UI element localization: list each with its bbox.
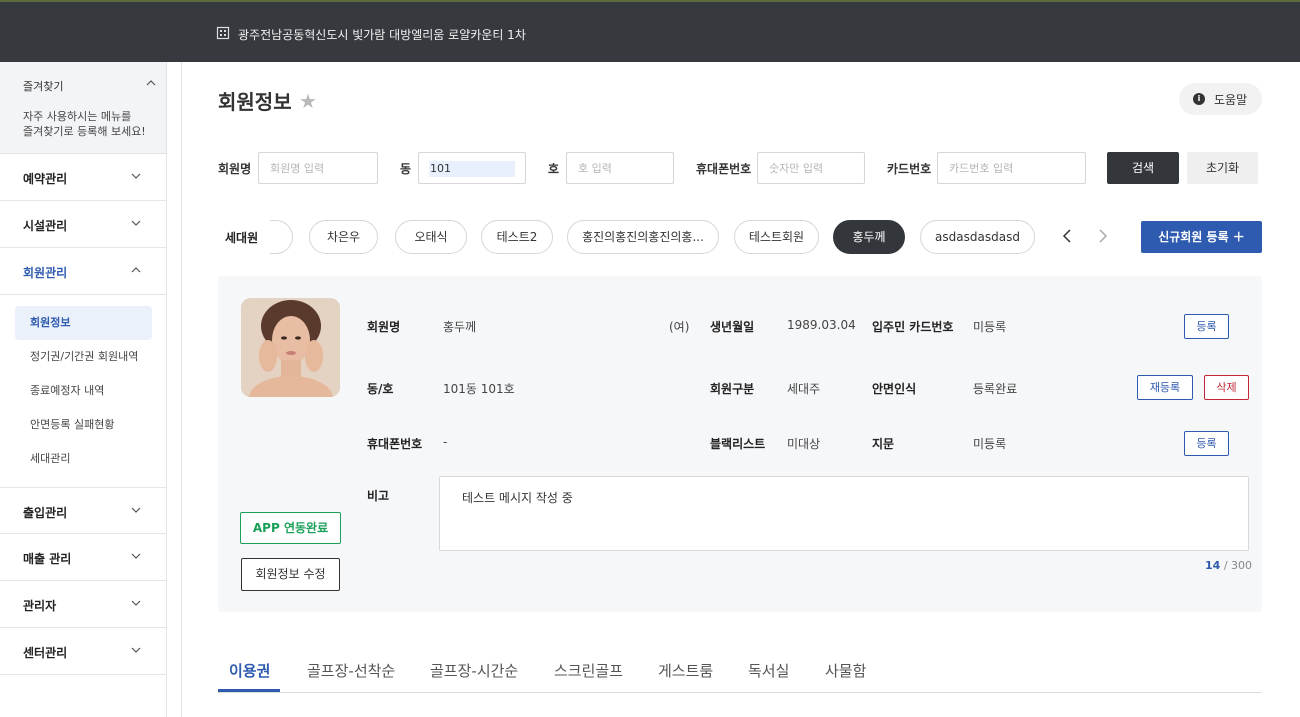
reset-button[interactable]: 초기화 [1187, 152, 1258, 184]
unit-label: 동/호 [367, 382, 394, 396]
card-no-label: 입주민 카드번호 [872, 320, 954, 334]
tab-pass[interactable]: 이용권 [229, 660, 270, 681]
info-icon: i [1193, 93, 1205, 105]
register-fingerprint-button[interactable]: 등록 [1184, 431, 1229, 456]
submenu-face-fail[interactable]: 안면등록 실패현황 [15, 408, 152, 442]
memo-counter: 14 / 300 [1205, 559, 1253, 572]
family-pill[interactable]: 홍진의홍진의홍진의홍... [567, 220, 719, 254]
chevron-down-icon [131, 220, 141, 226]
tab-guestroom[interactable]: 게스트룸 [658, 660, 713, 681]
family-pill-selected[interactable]: 홍두께 [833, 220, 905, 254]
member-photo [241, 298, 340, 397]
chevron-down-icon [131, 173, 141, 179]
submenu-expiring[interactable]: 종료예정자 내역 [15, 374, 152, 408]
unit-value: 101동 101호 [443, 382, 515, 396]
phone-input[interactable] [757, 152, 865, 184]
family-pill[interactable]: 테스트2 [481, 220, 553, 254]
favorites-panel: 즐겨찾기 자주 사용하시는 메뉴를 즐겨찾기로 등록해 보세요! [0, 62, 166, 154]
gender-value: (여) [669, 320, 690, 334]
complex-title: 광주전남공동혁신도시 빛가람 대방엘리움 로얄카운티 1차 [238, 28, 526, 42]
phone-info-label: 휴대폰번호 [367, 437, 423, 451]
fingerprint-label: 지문 [872, 437, 895, 451]
sidebar-item-center[interactable]: 센터관리 [0, 628, 166, 675]
chevron-down-icon [131, 553, 141, 559]
help-button[interactable]: i 도움말 [1179, 83, 1262, 115]
top-bar: 광주전남공동혁신도시 빛가람 대방엘리움 로얄카운티 1차 [0, 0, 1300, 62]
chevron-down-icon [131, 507, 141, 513]
blacklist-label: 블랙리스트 [710, 437, 766, 451]
name-value: 홍두께 [443, 320, 477, 334]
member-name-label: 회원명 [218, 162, 252, 176]
member-type-value: 세대주 [787, 382, 821, 396]
page-title: 회원정보 [218, 90, 292, 114]
tab-golf-time[interactable]: 골프장-시간순 [430, 660, 518, 681]
delete-face-button[interactable]: 삭제 [1204, 375, 1249, 400]
tabs-divider [218, 692, 1262, 693]
search-button[interactable]: 검색 [1107, 152, 1179, 184]
sidebar-divider [166, 62, 167, 717]
favorite-star-icon[interactable]: ★ [299, 89, 317, 113]
reregister-face-button[interactable]: 재등록 [1137, 375, 1193, 400]
chevron-down-icon [131, 647, 141, 653]
add-member-button[interactable]: 신규회원 등록 ＋ [1141, 221, 1262, 253]
family-pill[interactable]: 오태식 [395, 220, 467, 254]
card-input[interactable] [937, 152, 1086, 184]
sidebar-item-access[interactable]: 출입관리 [0, 487, 166, 534]
sidebar-item-admin[interactable]: 관리자 [0, 581, 166, 628]
dong-label: 동 [400, 162, 412, 176]
chevron-down-icon [131, 600, 141, 606]
chevron-up-icon[interactable] [146, 80, 156, 86]
card-label: 카드번호 [887, 162, 932, 176]
chevron-right-icon[interactable] [1098, 228, 1108, 244]
edit-member-button[interactable]: 회원정보 수정 [241, 558, 340, 591]
tab-reading-room[interactable]: 독서실 [748, 660, 789, 681]
name-label: 회원명 [367, 320, 401, 334]
fingerprint-value: 미등록 [973, 437, 1007, 451]
ho-input[interactable] [566, 152, 674, 184]
blacklist-value: 미대상 [787, 437, 821, 451]
building-icon [216, 26, 230, 40]
birth-value: 1989.03.04 [787, 318, 856, 332]
sidebar-item-sales[interactable]: 매출 관리 [0, 534, 166, 581]
member-type-label: 회원구분 [710, 382, 755, 396]
app-linked-button[interactable]: APP 연동완료 [240, 512, 341, 544]
birth-label: 생년월일 [710, 320, 755, 334]
ho-label: 호 [548, 162, 560, 176]
sidebar-item-facility[interactable]: 시설관리 [0, 201, 166, 248]
dong-input[interactable] [418, 152, 526, 184]
chevron-left-icon[interactable] [1062, 228, 1072, 244]
tab-screen-golf[interactable]: 스크린골프 [554, 660, 623, 681]
family-pill[interactable]: asdasdasdasd [920, 220, 1035, 254]
family-pill[interactable]: 차은우 [309, 220, 378, 254]
sidebar-item-reservation[interactable]: 예약관리 [0, 154, 166, 201]
submenu-household[interactable]: 세대관리 [15, 442, 152, 476]
submenu-season-pass[interactable]: 정기권/기간권 회원내역 [15, 340, 152, 374]
favorites-desc: 자주 사용하시는 메뉴를 즐겨찾기로 등록해 보세요! [23, 110, 146, 138]
favorites-title: 즐겨찾기 [23, 80, 64, 93]
sidebar: 즐겨찾기 자주 사용하시는 메뉴를 즐겨찾기로 등록해 보세요! 예약관리 시설… [0, 62, 182, 717]
register-card-button[interactable]: 등록 [1184, 314, 1229, 339]
memo-label: 비고 [367, 489, 390, 503]
chevron-up-icon [131, 267, 141, 273]
submenu-member-info[interactable]: 회원정보 [15, 306, 152, 340]
family-label: 세대원 [225, 231, 259, 245]
family-pill[interactable]: 테스트회원 [734, 220, 819, 254]
memo-textarea[interactable]: 테스트 메시지 작성 중 [439, 476, 1249, 551]
card-no-value: 미등록 [973, 320, 1007, 334]
face-label: 안면인식 [872, 382, 917, 396]
tab-active-indicator [218, 689, 280, 692]
phone-label: 휴대폰번호 [696, 162, 752, 176]
face-value: 등록완료 [973, 382, 1018, 396]
phone-info-value: - [443, 435, 448, 449]
member-name-input[interactable] [258, 152, 378, 184]
family-pill-partial[interactable] [270, 220, 293, 254]
tab-locker[interactable]: 사물함 [825, 660, 866, 681]
sidebar-item-members[interactable]: 회원관리 [0, 248, 166, 295]
tab-golf-first-come[interactable]: 골프장-선착순 [307, 660, 395, 681]
